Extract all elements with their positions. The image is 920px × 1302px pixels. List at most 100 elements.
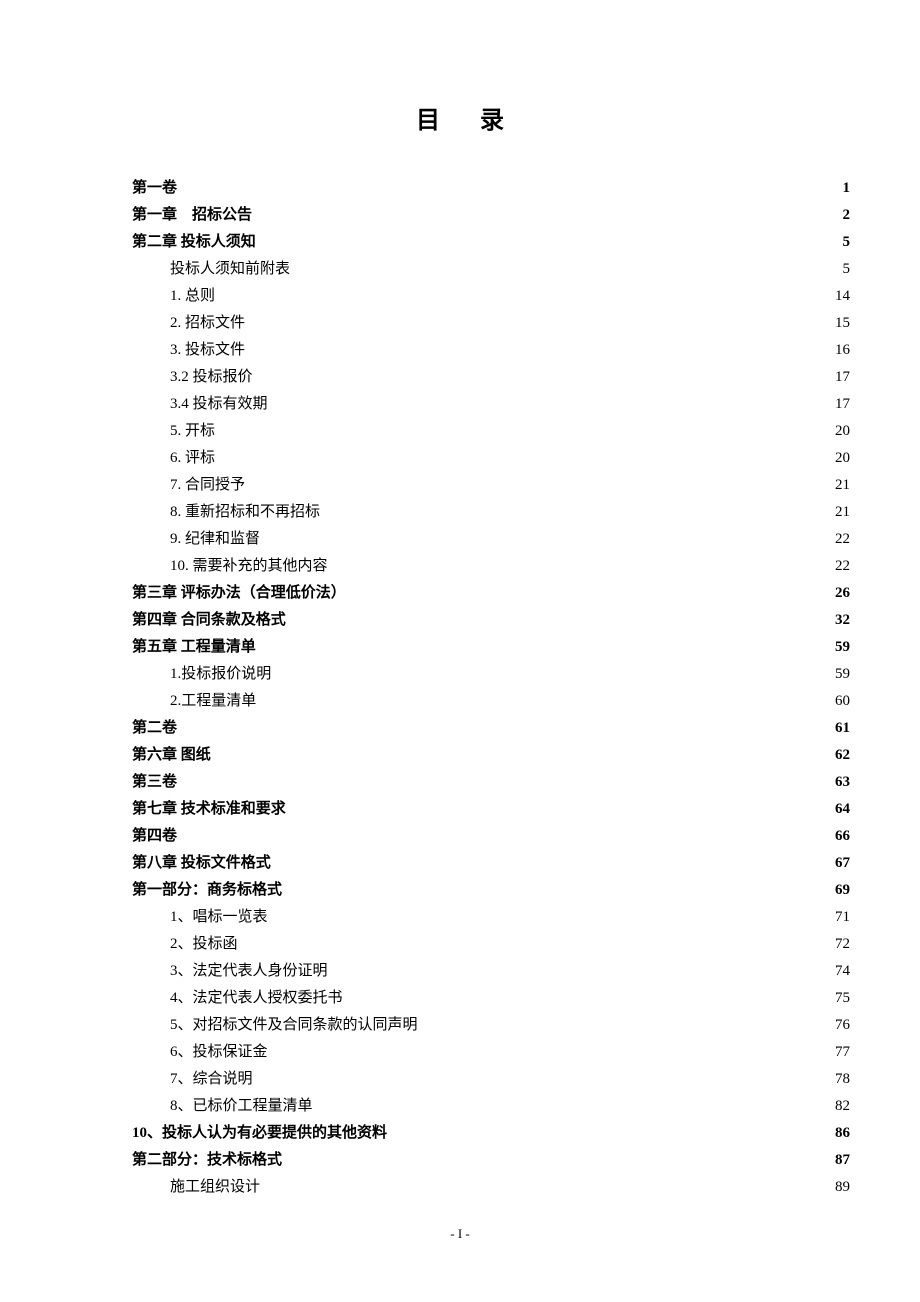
toc-entry-label: 第一部分：商务标格式 [132,877,282,904]
toc-entry-page: 22 [826,526,850,553]
toc-entry-label: 3. 投标文件 [170,337,245,364]
toc-entry-label: 1. 总则 [170,283,215,310]
toc-entry-label: 第六章 图纸 [132,742,211,769]
toc-entry-page: 74 [826,958,850,985]
toc-entry-label: 3、法定代表人身份证明 [170,958,328,985]
toc-row: 第三卷63 [70,769,850,796]
toc-row: 第一部分：商务标格式 69 [70,877,850,904]
toc-row: 7、综合说明 78 [70,1066,850,1093]
toc-row: 第二章 投标人须知 5 [70,229,850,256]
table-of-contents: 第一卷1第一章 招标公告2第二章 投标人须知5投标人须知前附表51. 总则142… [70,175,850,1201]
toc-row: 1.投标报价说明 59 [70,661,850,688]
toc-entry-page: 72 [826,931,850,958]
toc-row: 8、已标价工程量清单 82 [70,1093,850,1120]
toc-entry-label: 9. 纪律和监督 [170,526,260,553]
toc-entry-label: 8、已标价工程量清单 [170,1093,313,1120]
toc-row: 3、法定代表人身份证明 74 [70,958,850,985]
toc-entry-page: 26 [826,580,850,607]
toc-row: 2. 招标文件15 [70,310,850,337]
toc-row: 4、法定代表人授权委托书 75 [70,985,850,1012]
toc-entry-page: 20 [826,418,850,445]
toc-entry-page: 5 [826,256,850,283]
toc-row: 第三章 评标办法（合理低价法） 26 [70,580,850,607]
toc-row: 9. 纪律和监督 22 [70,526,850,553]
toc-row: 第四卷 66 [70,823,850,850]
toc-entry-label: 7、综合说明 [170,1066,253,1093]
toc-entry-label: 4、法定代表人授权委托书 [170,985,343,1012]
toc-entry-label: 1.投标报价说明 [170,661,271,688]
toc-entry-label: 第七章 技术标准和要求 [132,796,286,823]
toc-entry-label: 5. 开标 [170,418,215,445]
toc-entry-page: 71 [826,904,850,931]
toc-entry-label: 第四卷 [132,823,177,850]
toc-entry-label: 第三章 评标办法（合理低价法） [132,580,346,607]
toc-entry-page: 20 [826,445,850,472]
page-title: 目录 [70,100,850,135]
toc-entry-page: 61 [826,715,850,742]
toc-entry-page: 2 [826,202,850,229]
toc-entry-label: 1、唱标一览表 [170,904,268,931]
toc-entry-page: 21 [826,472,850,499]
toc-row: 2、投标函 72 [70,931,850,958]
toc-entry-page: 67 [826,850,850,877]
toc-entry-page: 66 [826,823,850,850]
toc-row: 第一卷1 [70,175,850,202]
toc-entry-label: 第三卷 [132,769,177,796]
toc-entry-page: 62 [826,742,850,769]
toc-entry-label: 第二部分：技术标格式 [132,1147,282,1174]
toc-entry-label: 8. 重新招标和不再招标 [170,499,320,526]
toc-row: 7. 合同授予21 [70,472,850,499]
page-footer: - I - [0,1226,920,1242]
toc-row: 1、唱标一览表 71 [70,904,850,931]
toc-row: 第二卷61 [70,715,850,742]
toc-entry-label: 投标人须知前附表 [170,256,290,283]
toc-entry-page: 14 [826,283,850,310]
toc-entry-label: 第五章 工程量清单 [132,634,256,661]
toc-row: 10、投标人认为有必要提供的其他资料86 [70,1120,850,1147]
toc-row: 8. 重新招标和不再招标 21 [70,499,850,526]
toc-row: 5. 开标 20 [70,418,850,445]
toc-entry-page: 76 [826,1012,850,1039]
toc-entry-label: 第八章 投标文件格式 [132,850,271,877]
toc-entry-page: 78 [826,1066,850,1093]
toc-row: 6. 评标20 [70,445,850,472]
toc-entry-label: 3.2 投标报价 [170,364,253,391]
toc-entry-label: 2.工程量清单 [170,688,256,715]
toc-row: 第四章 合同条款及格式32 [70,607,850,634]
toc-entry-page: 69 [826,877,850,904]
toc-entry-label: 施工组织设计 [170,1174,260,1201]
toc-row: 10. 需要补充的其他内容22 [70,553,850,580]
toc-row: 5、对招标文件及合同条款的认同声明 76 [70,1012,850,1039]
toc-row: 1. 总则 14 [70,283,850,310]
toc-entry-label: 第四章 合同条款及格式 [132,607,286,634]
toc-row: 2.工程量清单60 [70,688,850,715]
toc-entry-page: 77 [826,1039,850,1066]
toc-entry-page: 16 [826,337,850,364]
toc-entry-page: 21 [826,499,850,526]
toc-entry-page: 5 [826,229,850,256]
toc-entry-label: 2、投标函 [170,931,238,958]
toc-entry-page: 75 [826,985,850,1012]
toc-entry-label: 第二章 投标人须知 [132,229,256,256]
toc-row: 投标人须知前附表 5 [70,256,850,283]
toc-entry-label: 3.4 投标有效期 [170,391,268,418]
toc-entry-page: 87 [826,1147,850,1174]
toc-row: 第二部分：技术标格式 87 [70,1147,850,1174]
toc-row: 第六章 图纸 62 [70,742,850,769]
toc-row: 第一章 招标公告 2 [70,202,850,229]
toc-entry-label: 5、对招标文件及合同条款的认同声明 [170,1012,418,1039]
toc-row: 第七章 技术标准和要求 64 [70,796,850,823]
toc-entry-page: 89 [826,1174,850,1201]
toc-row: 第五章 工程量清单 59 [70,634,850,661]
toc-entry-label: 2. 招标文件 [170,310,245,337]
toc-entry-label: 第一卷 [132,175,177,202]
toc-entry-page: 82 [826,1093,850,1120]
document-page: 目录 第一卷1第一章 招标公告2第二章 投标人须知5投标人须知前附表51. 总则… [0,0,920,1302]
toc-entry-label: 第一章 招标公告 [132,202,252,229]
toc-entry-page: 59 [826,634,850,661]
toc-entry-page: 59 [826,661,850,688]
toc-entry-page: 64 [826,796,850,823]
toc-row: 第八章 投标文件格式 67 [70,850,850,877]
toc-entry-page: 22 [826,553,850,580]
toc-row: 3.4 投标有效期17 [70,391,850,418]
